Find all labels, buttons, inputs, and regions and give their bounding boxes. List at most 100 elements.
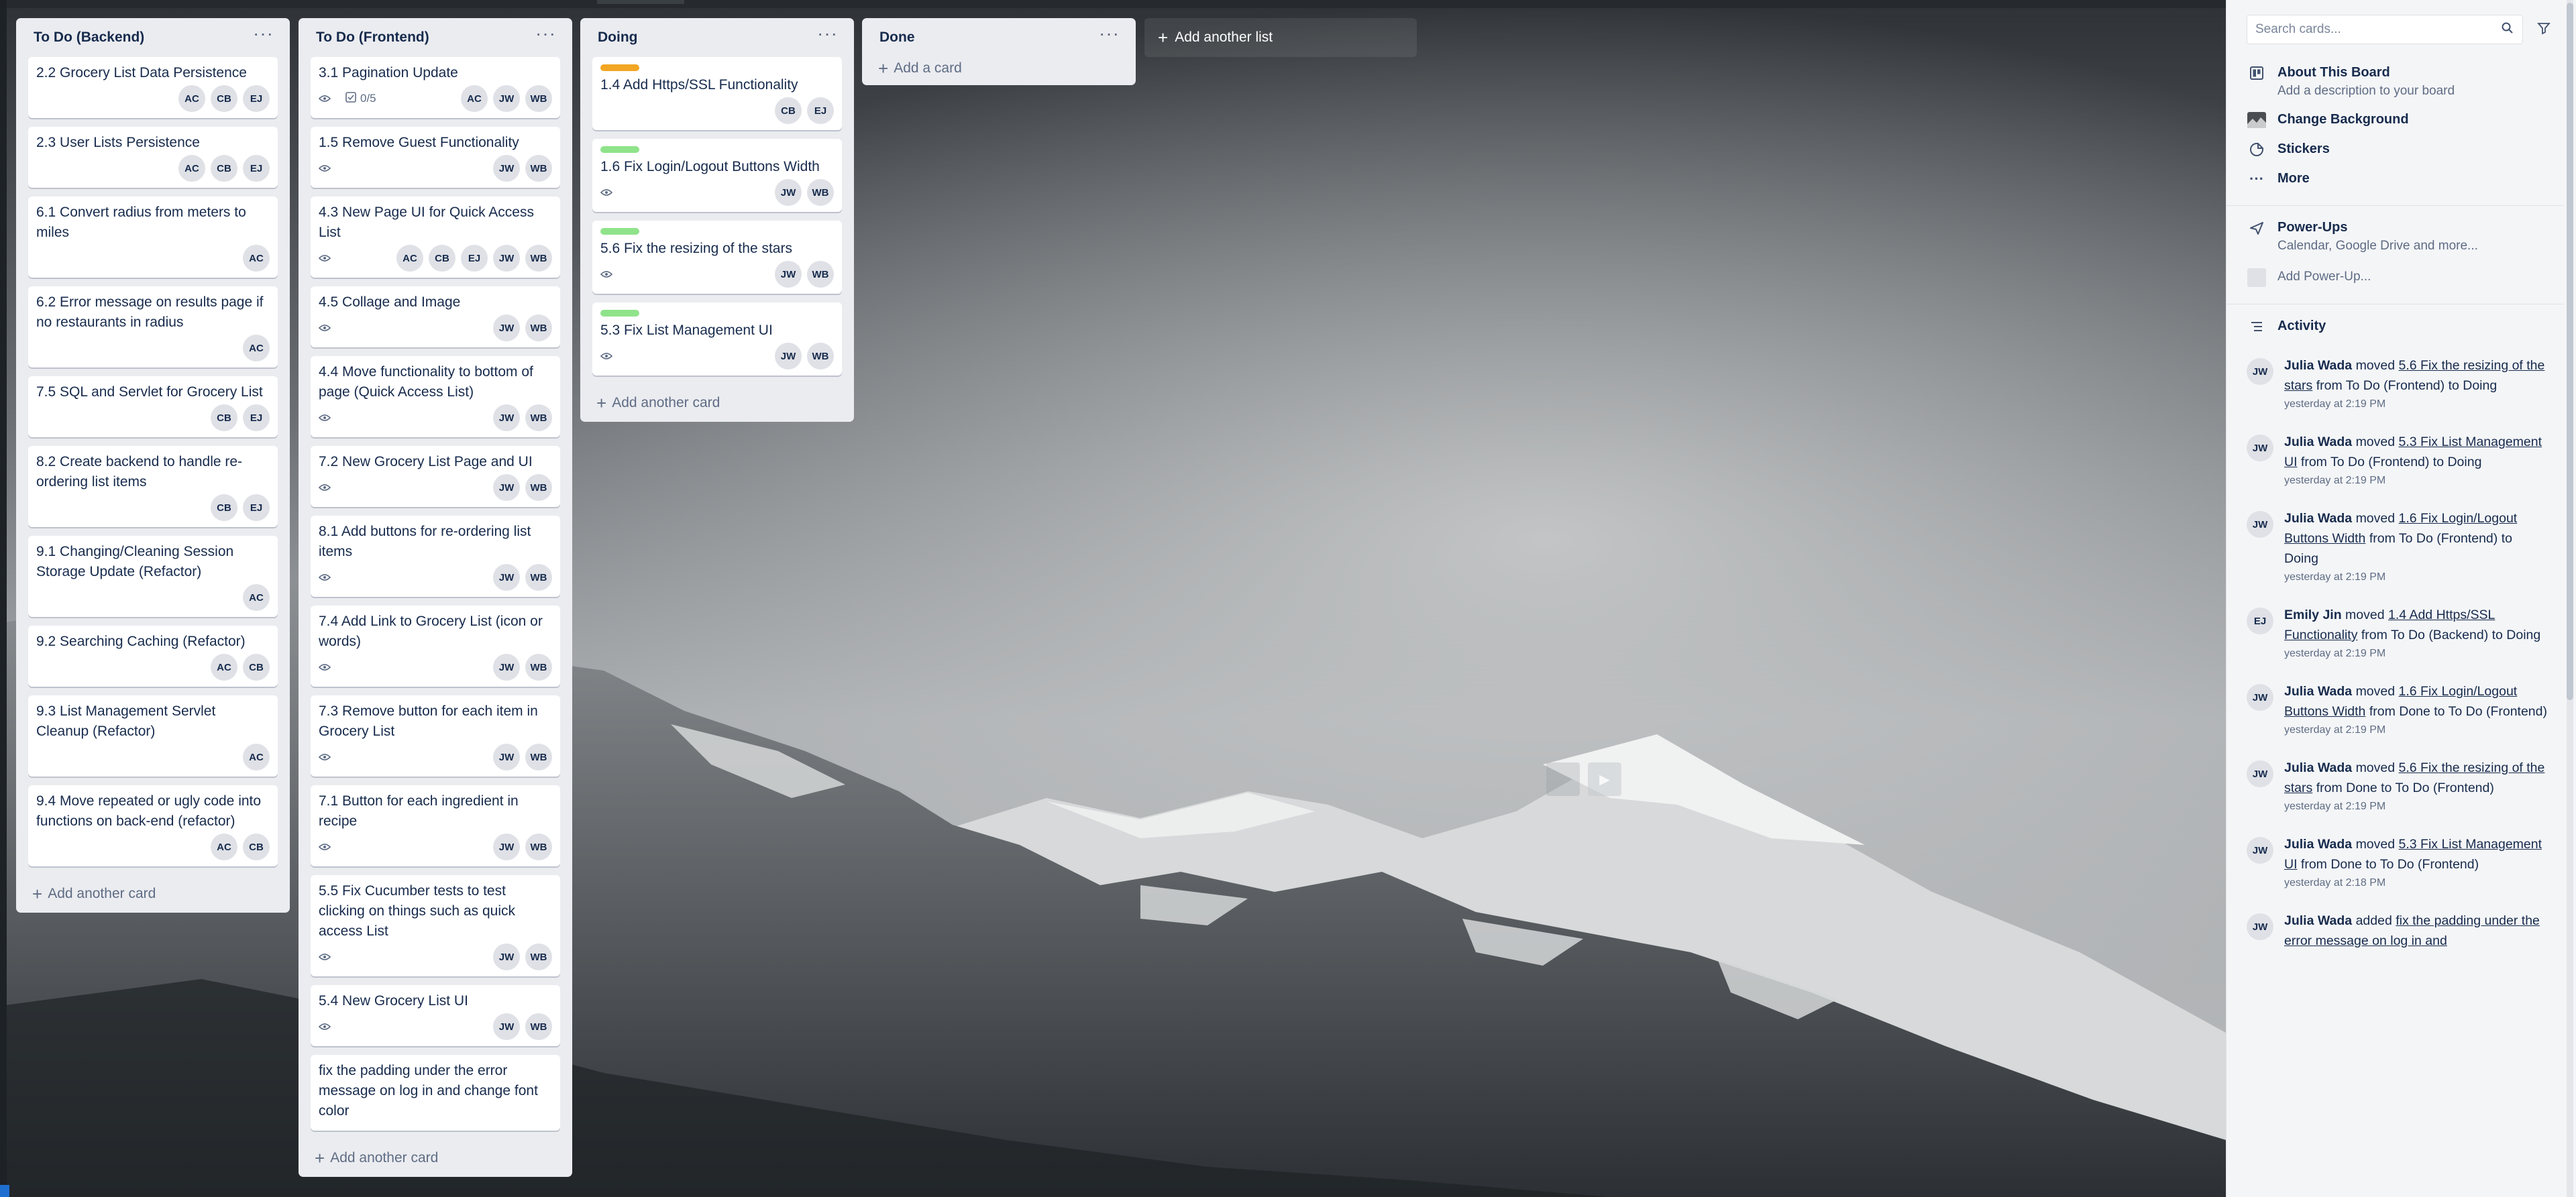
- activity-avatar[interactable]: JW: [2247, 684, 2273, 711]
- member-avatar[interactable]: JW: [493, 155, 520, 182]
- card[interactable]: 7.4 Add Link to Grocery List (icon or wo…: [311, 606, 560, 687]
- card[interactable]: 5.6 Fix the resizing of the stars JW WB: [592, 221, 842, 294]
- card[interactable]: fix the padding under the error message …: [311, 1055, 560, 1131]
- activity-avatar[interactable]: JW: [2247, 511, 2273, 538]
- activity-user[interactable]: Julia Wada: [2284, 913, 2352, 928]
- card[interactable]: 1.5 Remove Guest Functionality JW WB: [311, 127, 560, 188]
- menu-stickers[interactable]: Stickers: [2247, 139, 2547, 160]
- activity-time[interactable]: yesterday at 2:19 PM: [2284, 722, 2547, 739]
- activity-time[interactable]: yesterday at 2:19 PM: [2284, 472, 2547, 490]
- card[interactable]: 1.4 Add Https/SSL Functionality CB EJ: [592, 57, 842, 130]
- activity-user[interactable]: Julia Wada: [2284, 760, 2352, 775]
- activity-time[interactable]: yesterday at 2:19 PM: [2284, 798, 2547, 815]
- activity-user[interactable]: Emily Jin: [2284, 608, 2342, 622]
- member-avatar[interactable]: EJ: [807, 97, 834, 124]
- member-avatar[interactable]: AC: [243, 744, 270, 771]
- card[interactable]: 8.1 Add buttons for re-ordering list ite…: [311, 516, 560, 597]
- activity-user[interactable]: Julia Wada: [2284, 435, 2352, 449]
- member-avatar[interactable]: JW: [493, 85, 520, 112]
- member-avatar[interactable]: EJ: [243, 404, 270, 431]
- member-avatar[interactable]: CB: [211, 404, 237, 431]
- card[interactable]: 7.1 Button for each ingredient in recipe…: [311, 785, 560, 866]
- card[interactable]: 5.3 Fix List Management UI JW WB: [592, 302, 842, 376]
- member-avatar[interactable]: AC: [211, 834, 237, 860]
- member-avatar[interactable]: JW: [493, 564, 520, 591]
- card[interactable]: 8.2 Create backend to handle re-ordering…: [28, 446, 278, 527]
- add-card-button[interactable]: + Add another card: [592, 384, 842, 422]
- search-cards-box[interactable]: [2247, 15, 2523, 44]
- member-avatar[interactable]: CB: [775, 97, 802, 124]
- member-avatar[interactable]: WB: [525, 654, 552, 681]
- member-avatar[interactable]: AC: [243, 335, 270, 361]
- member-avatar[interactable]: WB: [807, 179, 834, 206]
- activity-avatar[interactable]: JW: [2247, 760, 2273, 787]
- member-avatar[interactable]: CB: [211, 85, 237, 112]
- card[interactable]: 4.4 Move functionality to bottom of page…: [311, 356, 560, 437]
- card[interactable]: 4.5 Collage and Image JW WB: [311, 286, 560, 347]
- card[interactable]: 5.5 Fix Cucumber tests to test clicking …: [311, 875, 560, 976]
- list-title[interactable]: Done: [879, 30, 915, 46]
- menu-more[interactable]: ··· More: [2247, 169, 2547, 189]
- card[interactable]: 9.3 List Management Servlet Cleanup (Ref…: [28, 695, 278, 777]
- member-avatar[interactable]: JW: [493, 404, 520, 431]
- list-menu-icon[interactable]: ···: [1095, 24, 1124, 51]
- add-card-button[interactable]: + Add a card: [874, 52, 1124, 85]
- activity-user[interactable]: Julia Wada: [2284, 358, 2352, 373]
- member-avatar[interactable]: JW: [493, 834, 520, 860]
- card[interactable]: 6.2 Error message on results page if no …: [28, 286, 278, 367]
- card[interactable]: 9.1 Changing/Cleaning Session Storage Up…: [28, 536, 278, 617]
- card[interactable]: 7.5 SQL and Servlet for Grocery List CB EJ: [28, 376, 278, 437]
- member-avatar[interactable]: JW: [775, 179, 802, 206]
- add-card-button[interactable]: + Add another card: [311, 1139, 560, 1177]
- card-label[interactable]: [600, 310, 639, 317]
- activity-time[interactable]: yesterday at 2:18 PM: [2284, 874, 2547, 892]
- card[interactable]: 7.2 New Grocery List Page and UI JW WB: [311, 446, 560, 507]
- member-avatar[interactable]: EJ: [243, 155, 270, 182]
- member-avatar[interactable]: WB: [807, 343, 834, 369]
- list-title[interactable]: To Do (Frontend): [316, 30, 429, 46]
- list-menu-icon[interactable]: ···: [249, 24, 278, 51]
- card[interactable]: 3.1 Pagination Update 0/5 AC JW WB: [311, 57, 560, 118]
- member-avatar[interactable]: CB: [429, 245, 455, 272]
- card[interactable]: 1.6 Fix Login/Logout Buttons Width JW WB: [592, 139, 842, 212]
- list-menu-icon[interactable]: ···: [813, 24, 842, 51]
- activity-avatar[interactable]: JW: [2247, 435, 2273, 461]
- card[interactable]: 2.2 Grocery List Data Persistence AC CB EJ: [28, 57, 278, 118]
- member-avatar[interactable]: JW: [493, 474, 520, 501]
- card[interactable]: 7.3 Remove button for each item in Groce…: [311, 695, 560, 777]
- search-icon[interactable]: [2501, 21, 2514, 38]
- card-label[interactable]: [600, 64, 639, 71]
- card-label[interactable]: [600, 146, 639, 153]
- activity-avatar[interactable]: JW: [2247, 358, 2273, 385]
- search-cards-input[interactable]: [2255, 22, 2501, 37]
- activity-avatar[interactable]: JW: [2247, 913, 2273, 940]
- card[interactable]: 5.4 New Grocery List UI JW WB: [311, 985, 560, 1046]
- card[interactable]: 2.3 User Lists Persistence AC CB EJ: [28, 127, 278, 188]
- member-avatar[interactable]: AC: [396, 245, 423, 272]
- activity-time[interactable]: yesterday at 2:19 PM: [2284, 396, 2547, 413]
- member-avatar[interactable]: CB: [211, 494, 237, 521]
- add-power-up-button[interactable]: Add Power-Up...: [2247, 268, 2547, 288]
- member-avatar[interactable]: WB: [525, 245, 552, 272]
- member-avatar[interactable]: EJ: [243, 494, 270, 521]
- member-avatar[interactable]: JW: [493, 1013, 520, 1040]
- member-avatar[interactable]: AC: [243, 245, 270, 272]
- card[interactable]: 6.1 Convert radius from meters to miles A…: [28, 196, 278, 278]
- member-avatar[interactable]: WB: [525, 404, 552, 431]
- activity-time[interactable]: yesterday at 2:19 PM: [2284, 569, 2547, 586]
- card[interactable]: 9.4 Move repeated or ugly code into func…: [28, 785, 278, 866]
- list-title[interactable]: To Do (Backend): [34, 30, 144, 46]
- member-avatar[interactable]: AC: [461, 85, 488, 112]
- member-avatar[interactable]: JW: [493, 245, 520, 272]
- menu-about-this-board[interactable]: About This Board Add a description to yo…: [2247, 63, 2547, 101]
- add-another-list-button[interactable]: + Add another list: [1144, 18, 1417, 57]
- member-avatar[interactable]: AC: [178, 155, 205, 182]
- member-avatar[interactable]: WB: [525, 474, 552, 501]
- list-menu-icon[interactable]: ···: [531, 24, 560, 51]
- member-avatar[interactable]: CB: [211, 155, 237, 182]
- member-avatar[interactable]: WB: [525, 834, 552, 860]
- activity-user[interactable]: Julia Wada: [2284, 837, 2352, 852]
- list-title[interactable]: Doing: [598, 30, 637, 46]
- member-avatar[interactable]: CB: [243, 834, 270, 860]
- member-avatar[interactable]: EJ: [461, 245, 488, 272]
